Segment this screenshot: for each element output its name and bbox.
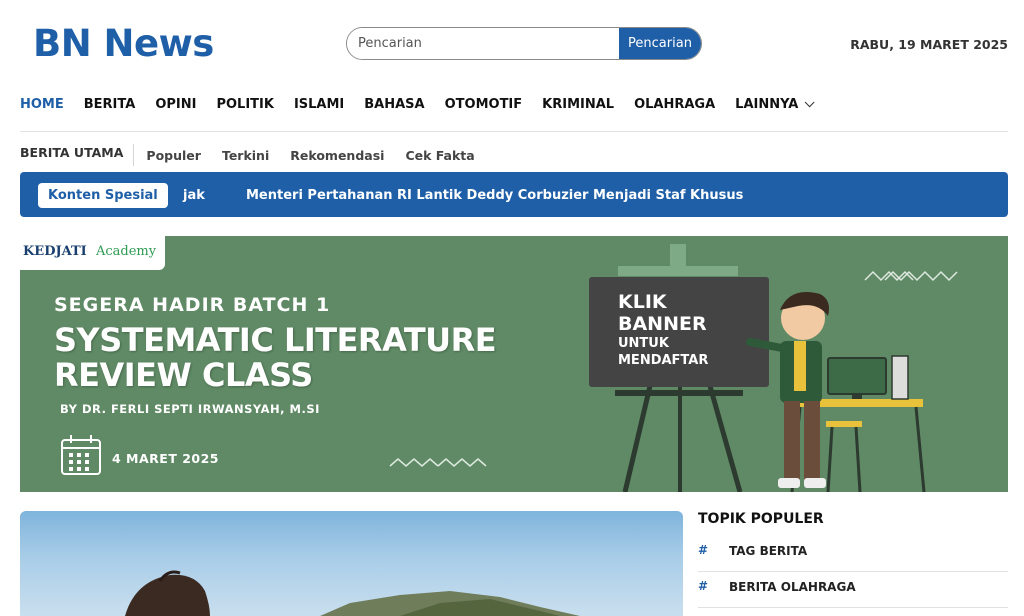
ticker-label: Konten Spesial — [38, 183, 168, 208]
sub-nav-item-populer[interactable]: Populer — [146, 148, 201, 163]
promo-banner[interactable]: KEDJATI Academy SEGERA HADIR BATCH 1 SYS… — [20, 236, 1008, 492]
search-button[interactable]: Pencarian — [619, 28, 701, 59]
banner-cta-board[interactable]: KLIK BANNER UNTUK MENDAFTAR — [618, 291, 708, 369]
sub-nav-item-cek-fakta[interactable]: Cek Fakta — [405, 148, 474, 163]
sub-nav: BERITA UTAMA Populer Terkini Rekomendasi… — [20, 144, 484, 166]
banner-date: 4 MARET 2025 — [112, 451, 219, 466]
nav-item-otomotif[interactable]: OTOMOTIF — [445, 97, 523, 112]
academy-logo-primary: KEDJATI — [23, 244, 87, 259]
article-photo — [125, 570, 580, 616]
popular-topic-label: TAG BERITA — [729, 544, 808, 558]
nav-item-olahraga[interactable]: OLAHRAGA — [634, 97, 715, 112]
nav-item-lainnya[interactable]: LAINNYA — [735, 97, 815, 112]
chevron-down-icon — [805, 97, 815, 108]
board-line2: BANNER — [618, 313, 707, 335]
main-nav: HOME BERITA OPINI POLITIK ISLAMI BAHASA … — [20, 97, 831, 112]
nav-item-opini[interactable]: OPINI — [155, 97, 196, 112]
current-date: RABU, 19 MARET 2025 — [850, 37, 1008, 52]
nav-item-bahasa[interactable]: BAHASA — [364, 97, 424, 112]
nav-item-politik[interactable]: POLITIK — [216, 97, 273, 112]
hash-icon: # — [698, 579, 709, 593]
nav-item-home[interactable]: HOME — [20, 97, 64, 112]
site-logo[interactable]: BN News — [33, 22, 214, 65]
ticker-headline[interactable]: Menteri Pertahanan RI Lantik Deddy Corbu… — [246, 188, 743, 203]
sub-nav-item-terkini[interactable]: Terkini — [222, 148, 269, 163]
banner-author: BY DR. FERLI SEPTI IRWANSYAH, M.SI — [60, 402, 320, 416]
banner-title-line1: SYSTEMATIC LITERATURE — [54, 321, 497, 359]
search-bar: Pencarian — [346, 27, 702, 60]
board-line3: UNTUK — [618, 336, 669, 351]
news-ticker: Konten Spesial jak Menteri Pertahanan RI… — [20, 172, 1008, 217]
banner-title-line2: REVIEW CLASS — [54, 356, 313, 394]
nav-item-berita[interactable]: BERITA — [84, 97, 136, 112]
nav-divider — [20, 131, 1008, 132]
banner-title: SYSTEMATIC LITERATURE REVIEW CLASS — [54, 321, 497, 394]
popular-topic-label: BERITA OLAHRAGA — [729, 580, 856, 594]
board-line1: KLIK — [618, 291, 667, 313]
nav-item-kriminal[interactable]: KRIMINAL — [542, 97, 614, 112]
academy-logo-secondary: Academy — [96, 244, 157, 259]
banner-batch: SEGERA HADIR BATCH 1 — [54, 294, 331, 316]
calendar-icon — [61, 435, 101, 475]
nav-item-islami[interactable]: ISLAMI — [294, 97, 344, 112]
popular-topics-title: TOPIK POPULER — [698, 511, 824, 527]
popular-topic-item[interactable]: # TAG BERITA — [698, 536, 1008, 572]
academy-logo: KEDJATI Academy — [20, 236, 165, 270]
sub-nav-title: BERITA UTAMA — [20, 144, 135, 166]
popular-topic-item[interactable]: # BERITA OLAHRAGA — [698, 572, 1008, 608]
nav-item-lainnya-label: LAINNYA — [735, 97, 799, 112]
search-input[interactable] — [347, 28, 619, 59]
hash-icon: # — [698, 543, 709, 557]
sub-nav-item-rekomendasi[interactable]: Rekomendasi — [290, 148, 384, 163]
featured-article-image[interactable] — [20, 511, 683, 616]
ticker-previous-fragment[interactable]: jak — [183, 188, 205, 203]
board-line4: MENDAFTAR — [618, 353, 709, 368]
